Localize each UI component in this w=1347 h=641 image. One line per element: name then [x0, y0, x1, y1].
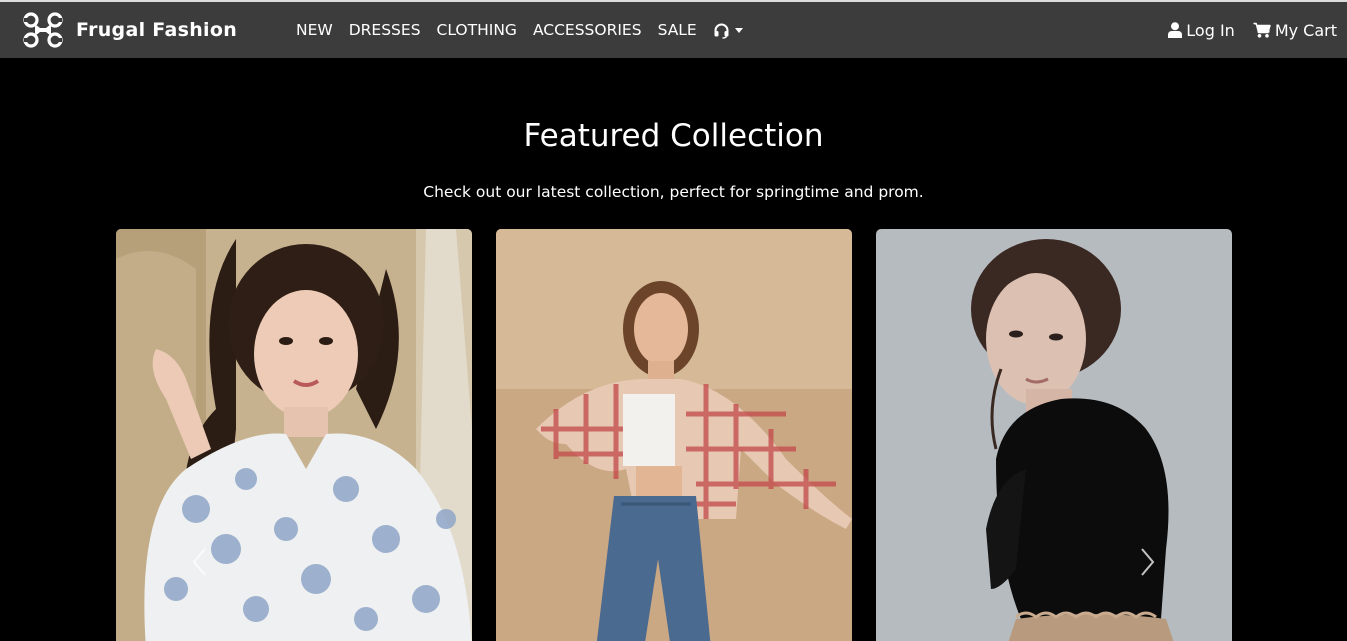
- product-image-floral-blouse[interactable]: [116, 229, 472, 641]
- nav-link-dresses[interactable]: DRESSES: [341, 21, 429, 39]
- account-nav: Log In My Cart: [1150, 2, 1337, 58]
- page-title: Featured Collection: [523, 118, 824, 154]
- cart-label: My Cart: [1274, 20, 1337, 40]
- brand-name: Frugal Fashion: [76, 19, 238, 41]
- nav-link-accessories[interactable]: ACCESSORIES: [525, 21, 650, 39]
- cart-link[interactable]: My Cart: [1253, 21, 1337, 40]
- main-nav: NEW DRESSES CLOTHING ACCESSORIES SALE: [288, 2, 751, 58]
- login-link[interactable]: Log In: [1168, 21, 1235, 40]
- product-image-plaid-shirt[interactable]: [496, 229, 852, 641]
- brand-link[interactable]: Frugal Fashion: [22, 12, 237, 48]
- chevron-left-icon: [192, 548, 206, 576]
- drone-logo-icon: [23, 12, 63, 48]
- carousel-prev-button[interactable]: [184, 540, 214, 584]
- user-icon: [1168, 22, 1183, 38]
- carousel-next-button[interactable]: [1133, 540, 1163, 584]
- page-subtitle: Check out our latest collection, perfect…: [423, 183, 924, 201]
- cart-icon: [1253, 22, 1271, 38]
- headset-icon: [714, 23, 729, 39]
- chevron-right-icon: [1141, 548, 1155, 576]
- nav-link-clothing[interactable]: CLOTHING: [429, 21, 525, 39]
- chevron-down-icon: [734, 27, 743, 33]
- nav-link-sale[interactable]: SALE: [650, 21, 705, 39]
- product-image-black-top[interactable]: [876, 229, 1232, 641]
- navbar: Frugal Fashion NEW DRESSES CLOTHING ACCE…: [0, 2, 1347, 58]
- login-label: Log In: [1186, 20, 1235, 40]
- nav-link-new[interactable]: NEW: [288, 21, 341, 39]
- support-dropdown[interactable]: [705, 22, 751, 39]
